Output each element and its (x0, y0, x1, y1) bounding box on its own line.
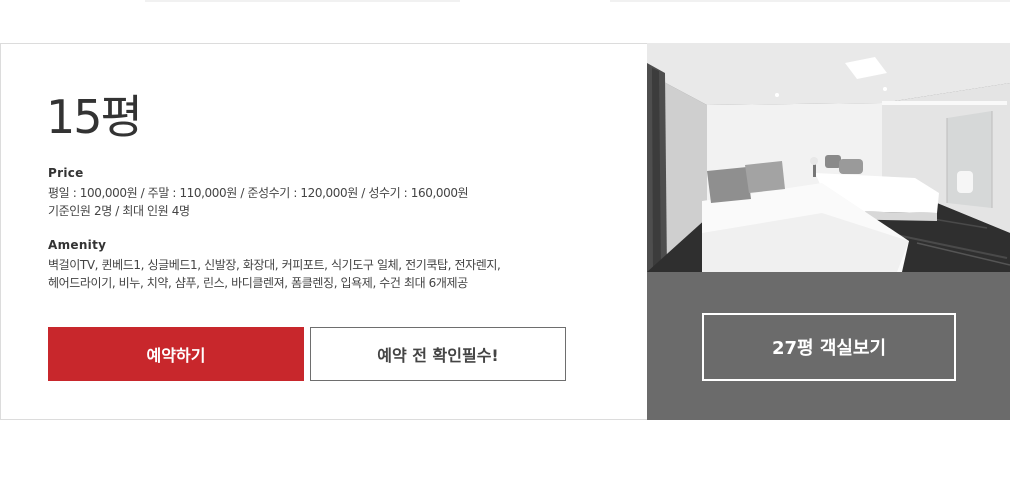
occupancy-info: 기준인원 2명 / 최대 인원 4명 (48, 204, 190, 218)
room-card: 15평 Price 평일 : 100,000원 / 주말 : 110,000원 … (0, 43, 1010, 420)
top-divider-right (610, 0, 1010, 2)
amenity-list-line2: 헤어드라이기, 비누, 치약, 샴푸, 린스, 바디클렌져, 폼클렌징, 입욕제… (48, 276, 468, 290)
amenity-list-line1: 벽걸이TV, 퀸베드1, 싱글베드1, 신발장, 화장대, 커피포트, 식기도구… (48, 258, 501, 272)
amenity-heading: Amenity (48, 238, 107, 252)
room-image-panel: 27평 객실보기 (647, 43, 1010, 420)
reserve-button[interactable]: 예약하기 (48, 327, 304, 381)
pre-booking-notice-button[interactable]: 예약 전 확인필수! (310, 327, 566, 381)
room-photo (647, 43, 1010, 272)
price-rates: 평일 : 100,000원 / 주말 : 110,000원 / 준성수기 : 1… (48, 186, 469, 200)
view-27pyeong-room-button[interactable]: 27평 객실보기 (702, 313, 956, 381)
price-heading: Price (48, 166, 84, 180)
room-info-panel: 15평 Price 평일 : 100,000원 / 주말 : 110,000원 … (0, 43, 648, 420)
top-divider-left (145, 0, 460, 2)
room-title: 15평 (46, 90, 143, 144)
